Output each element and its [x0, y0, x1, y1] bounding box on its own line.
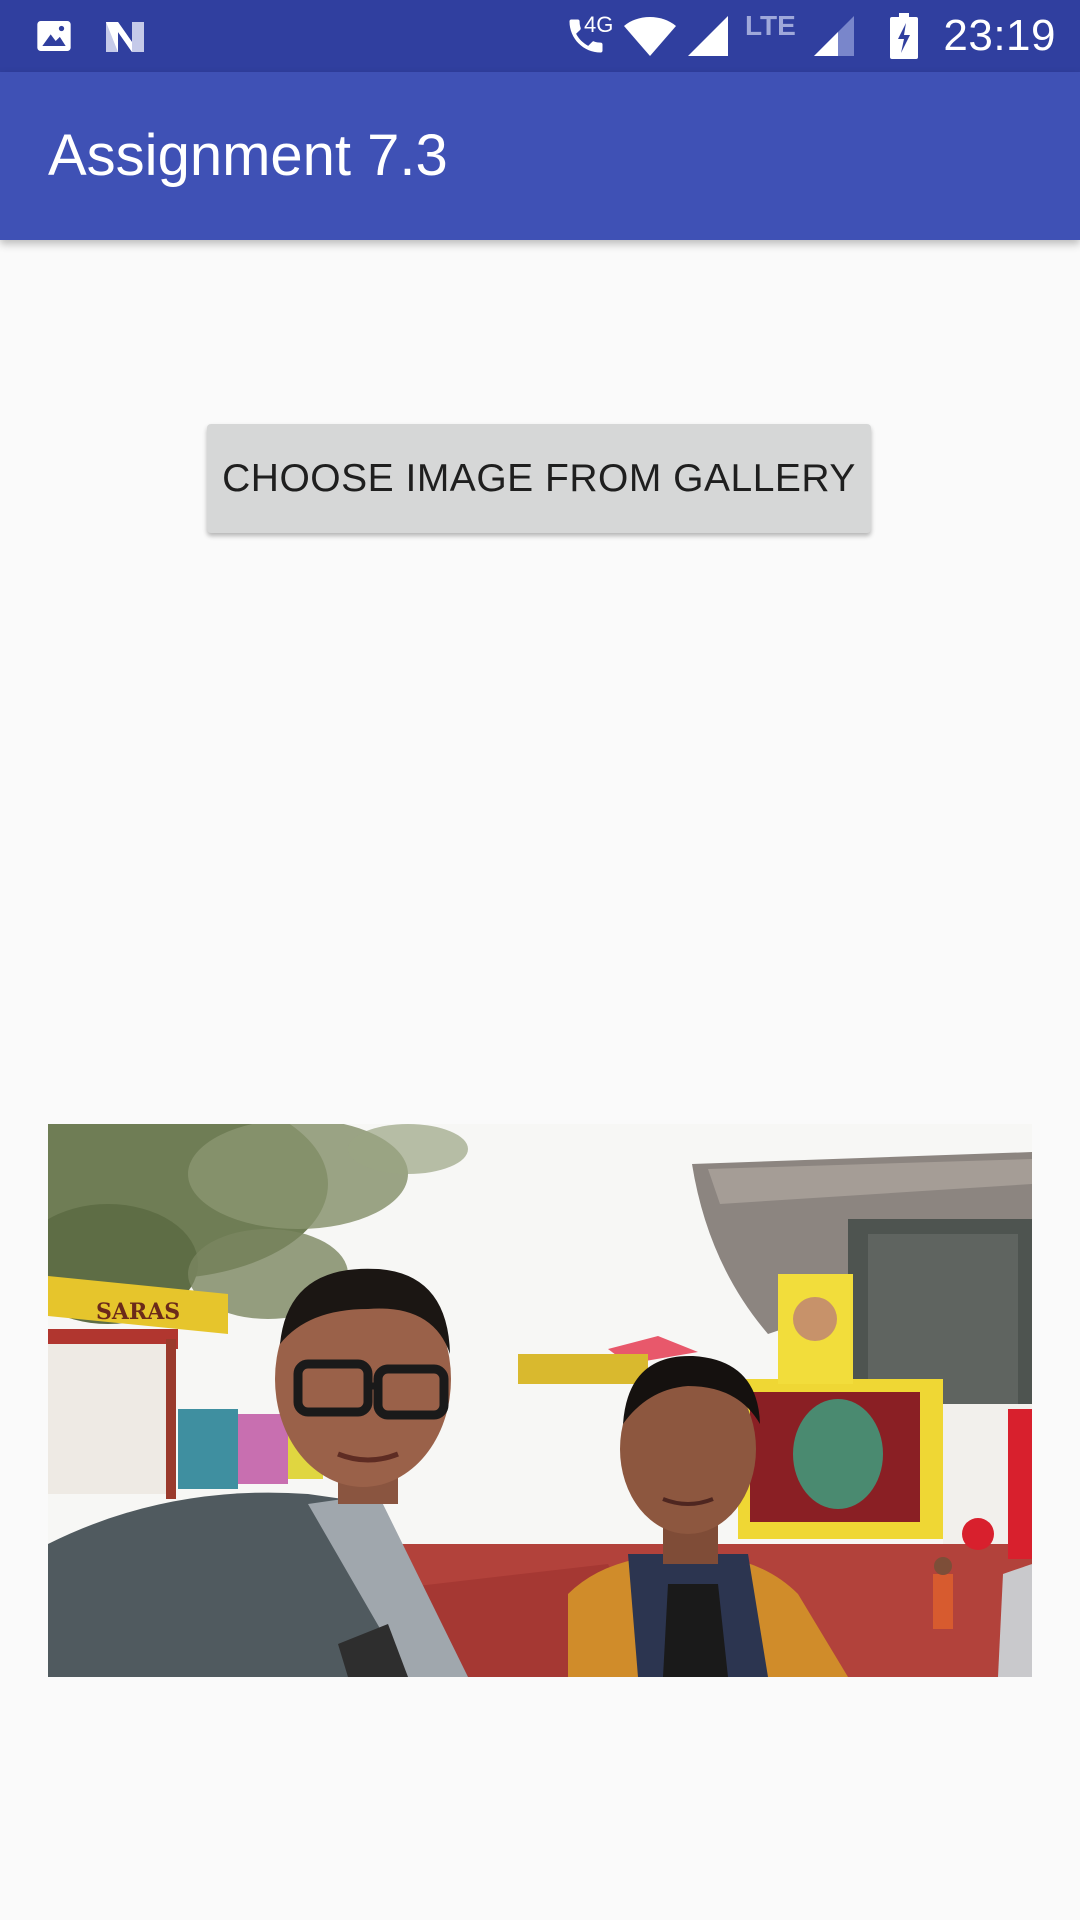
choose-image-button[interactable]: CHOOSE IMAGE FROM GALLERY	[207, 424, 871, 533]
battery-charging-icon	[890, 0, 918, 72]
n-notification-icon	[102, 0, 148, 72]
selected-image: SARAS	[48, 1124, 1032, 1677]
wifi-icon	[622, 0, 678, 72]
signal-icon	[686, 0, 730, 72]
selfie-photo: SARAS	[48, 1124, 1032, 1677]
gallery-notification-icon	[34, 0, 74, 72]
status-bar: 4G LTE 23:19	[0, 0, 1080, 72]
saras-sign-text: SARAS	[96, 1299, 180, 1325]
lte-signal-icon	[812, 0, 856, 72]
status-time: 23:19	[943, 11, 1056, 60]
app-title: Assignment 7.3	[48, 123, 448, 188]
network-4g-label: 4G	[584, 12, 614, 37]
network-lte-label: LTE	[745, 10, 796, 41]
app-bar: Assignment 7.3	[0, 72, 1080, 240]
